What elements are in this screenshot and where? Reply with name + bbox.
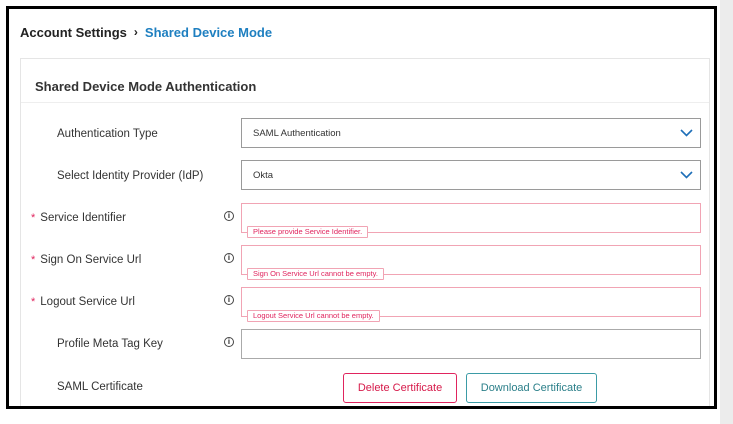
settings-window: Account Settings › Shared Device Mode Sh… [6,6,717,409]
chevron-down-icon[interactable] [673,161,700,189]
profile-meta-tag-key-label: Profile Meta Tag Key [57,338,163,350]
authentication-type-label: Authentication Type [57,128,158,140]
info-icon[interactable]: i [224,253,234,263]
authentication-panel: Shared Device Mode Authentication Authen… [20,58,710,406]
download-certificate-button[interactable]: Download Certificate [466,373,597,403]
sign-on-url-error: Sign On Service Url cannot be empty. [247,268,384,280]
section-divider [21,102,709,103]
info-icon[interactable]: i [224,295,234,305]
breadcrumb-shared-device-mode: Shared Device Mode [144,24,273,40]
logout-url-label-text: Logout Service Url [40,296,135,308]
section-title: Shared Device Mode Authentication [35,79,257,94]
service-identifier-label-text: Service Identifier [40,212,126,224]
service-identifier-error: Please provide Service Identifier. [247,226,369,238]
sign-on-url-label: * Sign On Service Url [31,254,141,266]
chevron-down-icon[interactable] [673,119,700,147]
profile-meta-tag-key-input[interactable] [241,329,701,359]
identity-provider-label: Select Identity Provider (IdP) [57,170,204,182]
logout-url-error: Logout Service Url cannot be empty. [247,310,380,322]
saml-certificate-label: SAML Certificate [57,381,143,393]
required-asterisk-icon: * [31,296,36,308]
info-icon[interactable]: i [224,337,234,347]
breadcrumb: Account Settings › Shared Device Mode [20,22,272,42]
sign-on-url-label-text: Sign On Service Url [40,254,142,266]
info-icon[interactable]: i [224,211,234,221]
delete-certificate-button[interactable]: Delete Certificate [343,373,457,403]
identity-provider-value: Okta [253,170,274,181]
service-identifier-label: * Service Identifier [31,212,126,224]
authentication-type-select[interactable]: SAML Authentication [241,118,701,148]
error-underline [407,274,701,275]
error-underline [407,316,701,317]
required-asterisk-icon: * [31,254,36,266]
page-scrollbar[interactable] [720,0,733,424]
identity-provider-select[interactable]: Okta [241,160,701,190]
breadcrumb-separator-icon: › [133,25,138,39]
breadcrumb-account-settings[interactable]: Account Settings [20,25,127,40]
error-underline [394,232,701,233]
authentication-type-value: SAML Authentication [253,128,341,139]
required-asterisk-icon: * [31,212,36,224]
logout-url-label: * Logout Service Url [31,296,135,308]
